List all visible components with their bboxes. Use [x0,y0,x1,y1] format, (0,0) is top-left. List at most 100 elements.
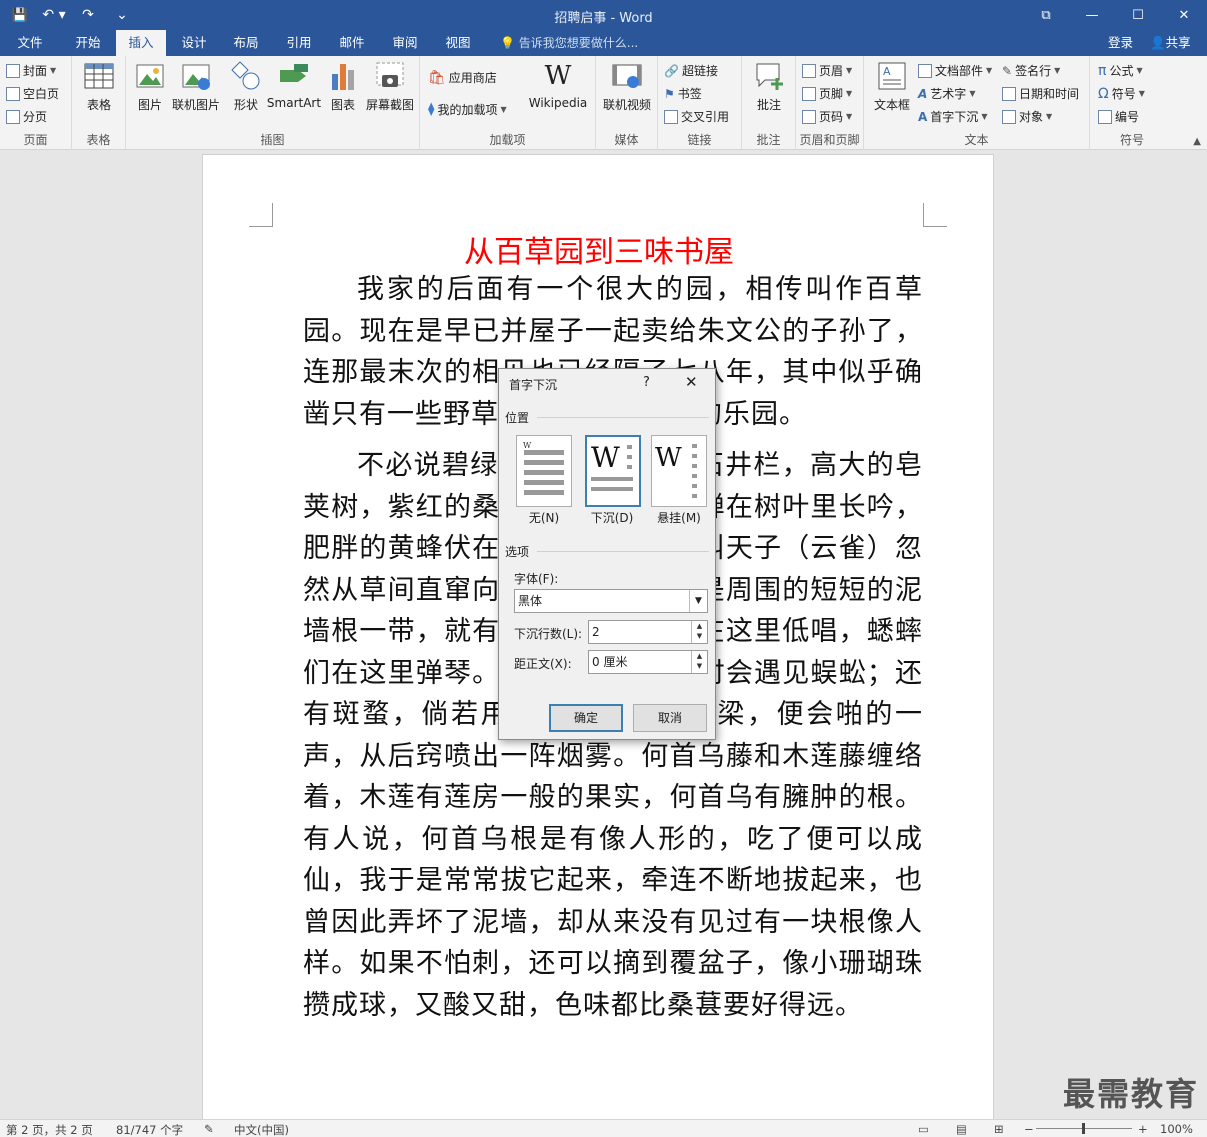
smartart-button[interactable]: SmartArt [266,60,322,110]
group-media: 联机视频 媒体 [596,56,658,150]
share-label: 共享 [1165,35,1191,50]
header-button[interactable]: 页眉 ▼ [802,61,852,81]
print-layout-icon[interactable]: ▤ [956,1122,967,1136]
spinner-icon[interactable]: ▲ ▼ [691,651,707,673]
footer-icon [802,87,816,101]
collapse-ribbon-icon[interactable]: ▲ [1193,136,1201,147]
bookmark-button[interactable]: ⚑ 书签 [664,84,702,104]
proofing-icon[interactable]: ✎ [204,1122,214,1136]
drop-cap-margin-option[interactable]: W [651,435,707,507]
date-time-button[interactable]: 日期和时间 [1002,84,1079,104]
object-button[interactable]: 对象 ▼ [1002,107,1052,127]
picture-button[interactable]: 图片 [132,60,168,113]
ok-button[interactable]: 确定 [549,704,623,732]
equation-button[interactable]: π 公式 ▼ [1098,61,1143,81]
close-button[interactable]: ✕ [1161,0,1207,30]
shapes-button[interactable]: 形状 [226,60,266,113]
tab-design[interactable]: 设计 [170,30,218,56]
tab-file[interactable]: 文件 [8,30,52,56]
help-button[interactable]: ? [643,375,650,390]
dropped-preview-icon: W [591,441,633,491]
wordart-button[interactable]: A 艺术字 ▼ [918,84,975,104]
comment-button[interactable]: 批注 [749,60,789,113]
tell-me-box[interactable]: 💡 告诉我您想要做什么... [500,30,638,56]
login-link[interactable]: 登录 [1108,30,1133,56]
cancel-button[interactable]: 取消 [633,704,707,732]
my-addins-button[interactable]: ⧫ 我的加载项 ▼ [428,100,507,120]
smartart-label: SmartArt [266,96,322,110]
font-select[interactable]: 黑体 ▼ [514,589,708,613]
zoom-slider-handle[interactable] [1082,1123,1085,1134]
hyperlink-button[interactable]: 🔗 超链接 [664,61,718,81]
quick-parts-button[interactable]: 文档部件 ▼ [918,61,992,81]
page-break-icon [6,110,20,124]
store-button[interactable]: 🛍 应用商店 [428,68,497,88]
page-number-button[interactable]: 页码 ▼ [802,107,852,127]
ribbon-display-options-button[interactable]: ⧉ [1023,0,1069,30]
signature-line-button[interactable]: ✎ 签名行 ▼ [1002,61,1060,81]
signature-line-label: 签名行 [1015,64,1052,78]
drop-cap-button[interactable]: A 首字下沉 ▼ [918,107,987,127]
zoom-out-button[interactable]: − [1024,1122,1034,1136]
option-dropped-label: 下沉(D) [590,511,634,525]
online-picture-label: 联机图片 [171,98,220,112]
online-pictures-button[interactable]: 联机图片 [170,60,222,113]
spinner-icon[interactable]: ▲ ▼ [691,621,707,643]
tab-insert[interactable]: 插入 [116,30,166,56]
zoom-level[interactable]: 100% [1160,1122,1193,1136]
tab-home[interactable]: 开始 [64,30,112,56]
tab-review[interactable]: 审阅 [381,30,429,56]
drop-cap-dropped-option[interactable]: W [585,435,641,507]
online-video-label: 联机视频 [602,98,651,112]
distance-from-text-input[interactable]: 0 厘米 ▲ ▼ [588,650,708,674]
chevron-down-icon[interactable]: ▼ [689,590,707,612]
zoom-in-button[interactable]: + [1138,1122,1148,1136]
lines-to-drop-input[interactable]: 2 ▲ ▼ [588,620,708,644]
textbox-button[interactable]: A 文本框 [868,60,916,113]
svg-text:A: A [883,65,891,78]
document-title[interactable]: 从百草园到三味书屋 [203,227,995,271]
group-text: A 文本框 文档部件 ▼ A 艺术字 ▼ A 首字下沉 ▼ ✎ 签名行 ▼ 日期和时间 对象 ▼… [864,56,1090,150]
tab-view[interactable]: 视图 [434,30,482,56]
online-video-button[interactable]: 联机视频 [600,60,654,113]
symbol-button[interactable]: Ω 符号 ▼ [1098,84,1145,104]
numbering-button[interactable]: 编号 [1098,107,1139,127]
minimize-button[interactable]: — [1069,0,1115,30]
chevron-down-icon: ▼ [969,89,976,98]
cover-page-label: 封面 [23,64,48,78]
divider [537,551,709,552]
tab-layout[interactable]: 布局 [222,30,270,56]
option-none-label: 无(N) [528,511,560,525]
language-indicator[interactable]: 中文(中国) [234,1122,289,1137]
drop-cap-none-option[interactable]: W [516,435,572,507]
screenshot-button[interactable]: 屏幕截图 [362,60,418,113]
textbox-label: 文本框 [873,98,910,112]
tab-mailings[interactable]: 邮件 [328,30,376,56]
tab-references[interactable]: 引用 [275,30,323,56]
web-layout-icon[interactable]: ⊞ [994,1122,1004,1136]
tell-me-text: 告诉我您想要做什么... [518,36,639,50]
ribbon: 封面▼ 空白页 分页 页面 表格 表格 图片 联机图片 形状 SmartArt [0,56,1207,150]
wikipedia-button[interactable]: W Wikipedia [526,60,590,110]
chart-button[interactable]: 图表 [326,60,360,113]
cross-reference-button[interactable]: 交叉引用 [664,107,729,127]
textbox-icon: A [876,60,908,92]
bookmark-icon: ⚑ [664,87,675,101]
table-button[interactable]: 表格 [79,60,119,113]
group-illustrations: 图片 联机图片 形状 SmartArt 图表 屏幕截图 插图 [126,56,420,150]
share-button[interactable]: 👤共享 [1150,30,1191,56]
maximize-button[interactable]: ☐ [1115,0,1161,30]
margin-preview-icon: W [655,443,697,498]
blank-page-button[interactable]: 空白页 [6,84,59,104]
footer-button[interactable]: 页脚 ▼ [802,84,852,104]
date-time-label: 日期和时间 [1019,87,1080,101]
page-count[interactable]: 第 2 页，共 2 页 [6,1122,93,1137]
cover-page-button[interactable]: 封面 ▼ [6,61,56,81]
page-break-button[interactable]: 分页 [6,107,47,127]
chart-label: 图表 [330,98,355,112]
group-header-footer: 页眉 ▼ 页脚 ▼ 页码 ▼ 页眉和页脚 [796,56,864,150]
read-mode-icon[interactable]: ▭ [918,1122,929,1136]
dialog-close-button[interactable]: ✕ [685,373,698,391]
word-count[interactable]: 81/747 个字 [116,1122,183,1137]
group-label-pages: 页面 [23,133,48,147]
